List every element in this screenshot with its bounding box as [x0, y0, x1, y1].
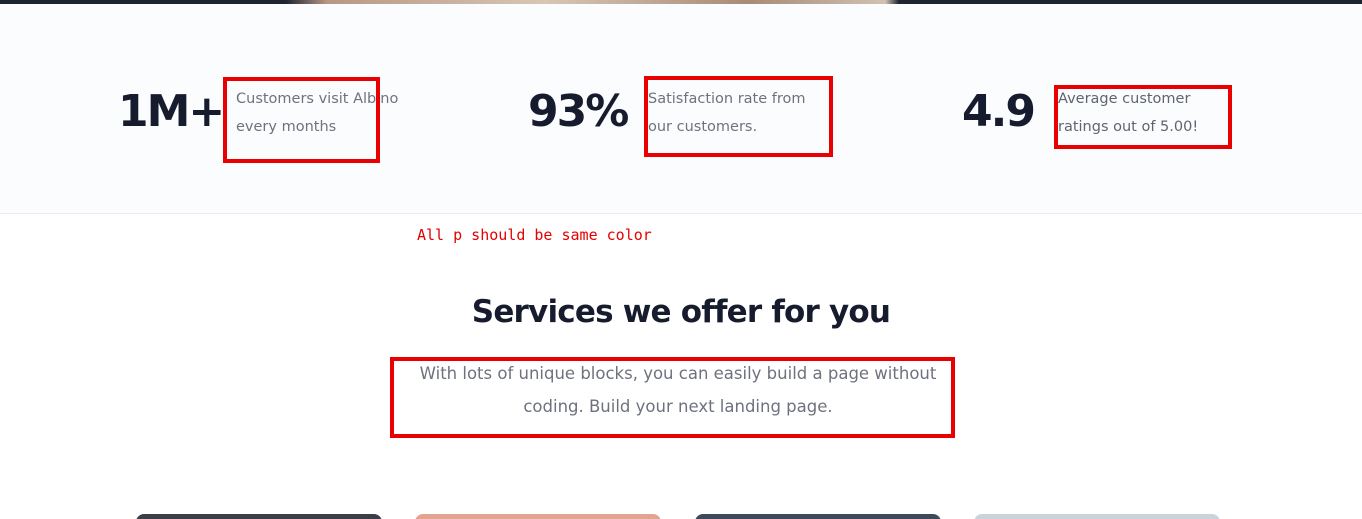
annotation-note: All p should be same color	[417, 226, 652, 244]
service-card-1-thumb[interactable]	[136, 514, 382, 519]
annotation-box-visitors	[223, 77, 380, 163]
service-card-2-thumb[interactable]	[415, 514, 661, 519]
stat-number-satisfaction: 93%	[528, 86, 629, 137]
service-card-4-thumb[interactable]	[974, 514, 1220, 519]
annotation-box-rating	[1054, 85, 1232, 149]
stat-number-visitors: 1M+	[118, 86, 225, 137]
services-subtitle: With lots of unique blocks, you can easi…	[419, 364, 937, 416]
annotation-box-satisfaction	[644, 76, 833, 157]
stat-number-rating: 4.9	[962, 86, 1036, 137]
services-heading: Services we offer for you	[471, 294, 891, 330]
service-card-3-thumb[interactable]	[695, 514, 941, 519]
